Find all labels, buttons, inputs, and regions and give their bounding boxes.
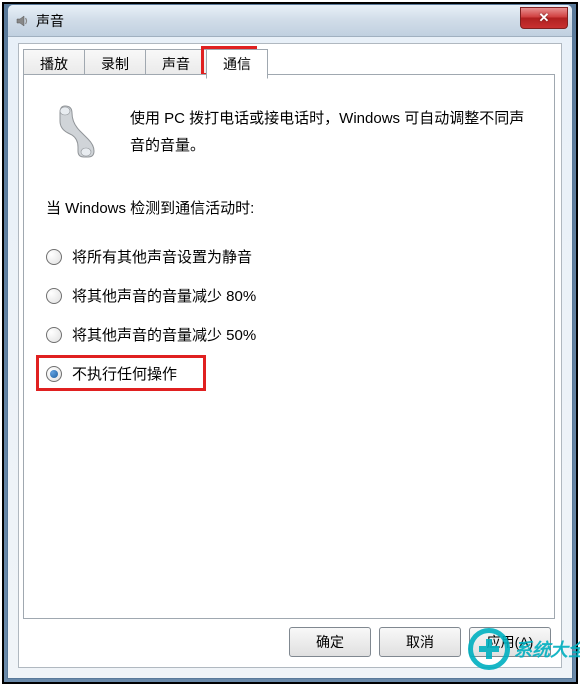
watermark: 系统大全 [468,628,580,670]
tab-label: 播放 [40,56,68,72]
radio-indicator [46,288,62,304]
outer-frame: 声音 ✕ 播放 录制 声音 通信 [2,2,578,684]
radio-indicator [46,327,62,343]
sound-dialog: 声音 ✕ 播放 录制 声音 通信 [7,4,573,679]
radio-label: 将其他声音的音量减少 80% [72,285,256,306]
radio-label: 不执行任何操作 [72,363,177,384]
watermark-logo-icon [468,628,510,670]
section-label: 当 Windows 检测到通信活动时: [46,197,532,218]
radio-reduce-80[interactable]: 将其他声音的音量减少 80% [46,285,532,306]
sound-icon [14,13,30,29]
radio-label: 将其他声音的音量减少 50% [72,324,256,345]
window-title: 声音 [36,11,64,31]
radio-indicator [46,249,62,265]
radio-reduce-50[interactable]: 将其他声音的音量减少 50% [46,324,532,345]
titlebar[interactable]: 声音 ✕ [8,5,572,37]
tab-label: 通信 [223,56,251,72]
radio-group: 将所有其他声音设置为静音 将其他声音的音量减少 80% 将其他声音的音量减少 5… [46,246,532,384]
phone-handset-icon [50,101,100,161]
cancel-button[interactable]: 取消 [379,627,461,657]
ok-button[interactable]: 确定 [289,627,371,657]
content-area: 播放 录制 声音 通信 使用 PC 拨打电话或接电话时，Windows 可自动调… [18,43,562,668]
close-button[interactable]: ✕ [520,7,568,29]
close-icon: ✕ [539,10,550,26]
radio-indicator [46,366,62,382]
radio-do-nothing[interactable]: 不执行任何操作 [46,363,532,384]
communications-panel: 使用 PC 拨打电话或接电话时，Windows 可自动调整不同声音的音量。 当 … [23,74,555,619]
intro-text: 使用 PC 拨打电话或接电话时，Windows 可自动调整不同声音的音量。 [130,105,532,159]
watermark-text: 系统大全 [514,636,580,662]
radio-label: 将所有其他声音设置为静音 [72,246,252,267]
tab-communications[interactable]: 通信 [206,49,268,79]
tab-label: 声音 [162,56,190,72]
radio-mute-all[interactable]: 将所有其他声音设置为静音 [46,246,532,267]
intro-row: 使用 PC 拨打电话或接电话时，Windows 可自动调整不同声音的音量。 [46,101,532,161]
tab-label: 录制 [101,56,129,72]
